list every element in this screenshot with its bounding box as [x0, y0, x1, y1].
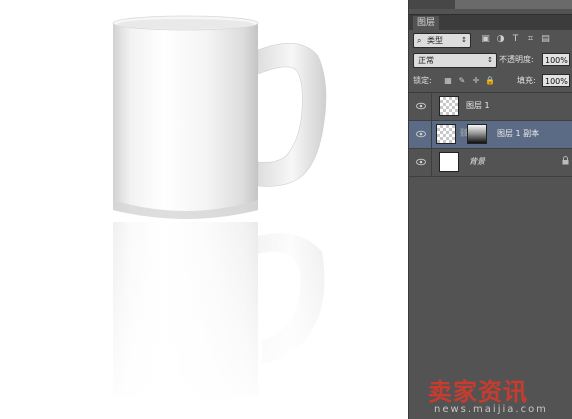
- watermark-text: 卖家资讯: [428, 378, 528, 406]
- mug-body: [113, 18, 258, 219]
- layer-row-background[interactable]: 背景: [409, 149, 572, 177]
- lock-image-icon[interactable]: ✎: [457, 76, 467, 86]
- adjustment-filter-icon[interactable]: ◑: [495, 34, 506, 45]
- lock-fill-row: 锁定: ▦ ✎ ✛ 🔒 填充: 100%: [409, 73, 572, 89]
- opacity-input[interactable]: 100%: [542, 53, 570, 66]
- lock-all-icon[interactable]: 🔒: [485, 76, 495, 86]
- layer-row[interactable]: 图层 1: [409, 93, 572, 121]
- fill-input[interactable]: 100%: [542, 74, 570, 87]
- eye-icon[interactable]: [416, 102, 426, 110]
- document-canvas[interactable]: [0, 0, 408, 419]
- chevron-updown-icon: ↕: [487, 56, 493, 64]
- layer-row-selected[interactable]: ⛓ 图层 1 副本: [409, 121, 572, 149]
- layer-name: 图层 1 副本: [497, 129, 540, 138]
- tab-layers[interactable]: 图层: [413, 16, 440, 30]
- reflection-fade: [100, 222, 340, 419]
- lock-icon: [562, 156, 569, 165]
- blend-mode-label: 正常: [418, 56, 434, 65]
- watermark: 卖家资讯 news.maijia.com: [428, 372, 570, 418]
- mug-handle: [257, 42, 327, 187]
- blend-mode-select[interactable]: 正常 ↕: [413, 53, 497, 68]
- search-icon: ⌕: [417, 36, 422, 45]
- opacity-label: 不透明度:: [499, 55, 534, 64]
- lock-position-icon[interactable]: ✛: [471, 76, 481, 86]
- lock-label: 锁定:: [413, 76, 432, 85]
- filter-kind-label: 类型: [427, 36, 443, 45]
- chevron-updown-icon: ↕: [461, 36, 467, 44]
- layer-name: 图层 1: [466, 101, 490, 110]
- type-filter-icon[interactable]: T: [510, 34, 521, 45]
- layers-panel: 图层 ⌕ 类型 ↕ ▣ ◑ T ⌗ ▤ 正常 ↕ 不透明度: 100% 锁定: …: [408, 0, 572, 419]
- smart-object-filter-icon[interactable]: ▤: [540, 34, 551, 45]
- lock-transparent-icon[interactable]: ▦: [443, 76, 453, 86]
- eye-icon[interactable]: [416, 130, 426, 138]
- shape-filter-icon[interactable]: ⌗: [525, 34, 536, 45]
- watermark-url: news.maijia.com: [434, 404, 548, 415]
- mug-inner: [117, 19, 254, 29]
- layer-filter-row: ⌕ 类型 ↕ ▣ ◑ T ⌗ ▤: [409, 31, 572, 49]
- image-filter-icon[interactable]: ▣: [480, 34, 491, 45]
- fill-label: 填充:: [517, 76, 536, 85]
- layer-thumbnail: [436, 124, 456, 144]
- layer-thumbnail: [439, 152, 459, 172]
- eye-icon[interactable]: [416, 158, 426, 166]
- mug-artwork: [100, 15, 340, 419]
- filter-kind-select[interactable]: ⌕ 类型 ↕: [413, 33, 471, 48]
- layer-name: 背景: [469, 157, 485, 166]
- panel-tab-bar: 图层: [409, 14, 572, 30]
- panel-top-strip: [409, 0, 572, 9]
- layer-thumbnail: [439, 96, 459, 116]
- blend-opacity-row: 正常 ↕ 不透明度: 100%: [409, 52, 572, 68]
- layer-mask-thumbnail[interactable]: [467, 124, 487, 144]
